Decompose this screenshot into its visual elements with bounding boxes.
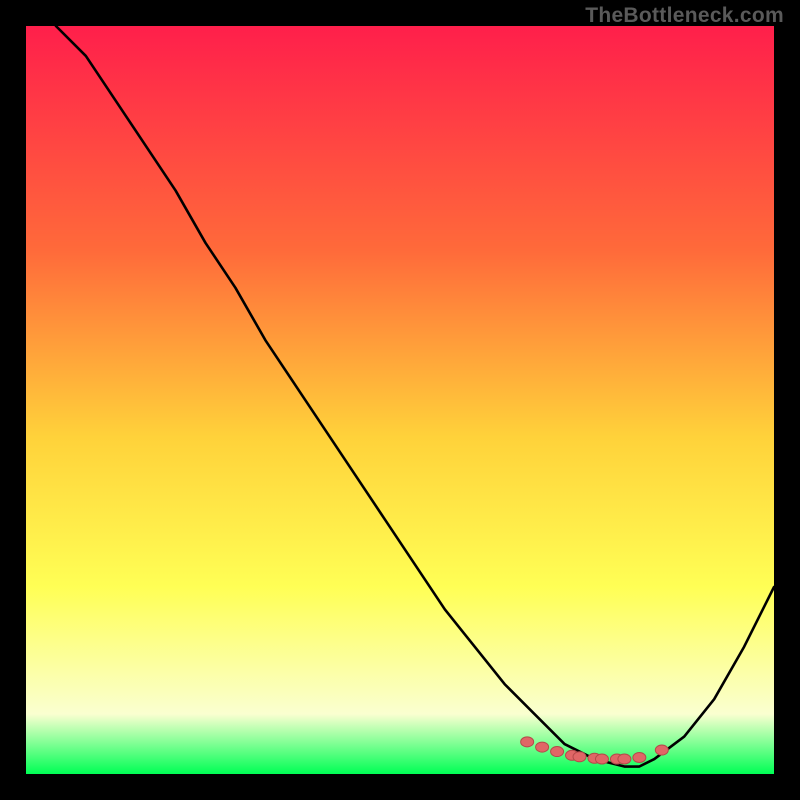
bottleneck-chart (0, 0, 800, 800)
marker-dot (573, 752, 586, 762)
marker-dot (521, 737, 534, 747)
chart-stage: TheBottleneck.com (0, 0, 800, 800)
marker-dot (633, 753, 646, 763)
watermark-text: TheBottleneck.com (585, 4, 784, 28)
marker-dot (618, 754, 631, 764)
marker-dot (655, 745, 668, 755)
marker-dot (551, 747, 564, 757)
marker-dot (595, 754, 608, 764)
marker-dot (536, 742, 549, 752)
heatmap-background (26, 26, 774, 774)
